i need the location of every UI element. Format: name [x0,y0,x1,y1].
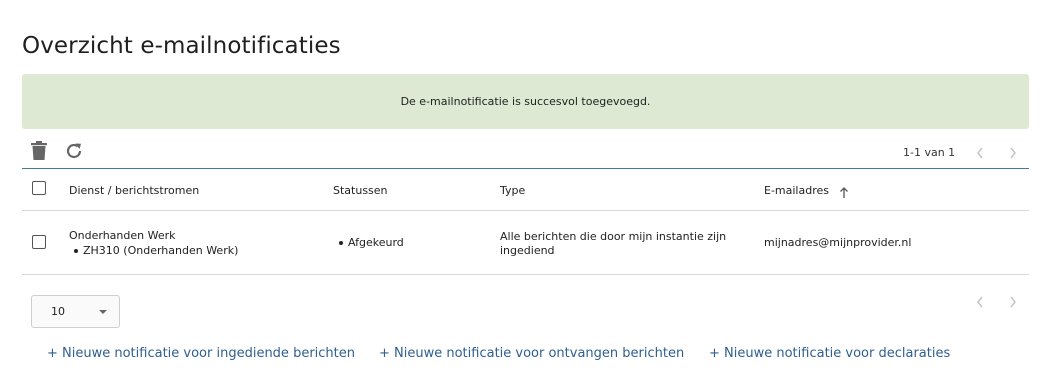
caret-down-icon [99,310,107,314]
success-alert: De e-mailnotificatie is succesvol toegev… [22,74,1029,129]
arrow-up-icon[interactable] [839,184,849,203]
row-type-line1: Alle berichten die door mijn instantie z… [500,230,727,243]
new-notification-declarations-link[interactable]: + Nieuwe notificatie voor declaraties [709,346,950,361]
select-all-checkbox[interactable] [32,181,46,195]
row-status: Afgekeurd [339,236,404,249]
column-header-statussen[interactable]: Statussen [333,184,388,197]
table-header: Dienst / berichtstromen Statussen Type E… [22,169,1029,211]
row-email: mijnadres@mijnprovider.nl [764,236,912,249]
trash-icon[interactable] [30,141,48,165]
column-header-dienst[interactable]: Dienst / berichtstromen [69,184,199,197]
chevron-right-icon[interactable] [1008,145,1018,164]
new-notification-received-link[interactable]: + Nieuwe notificatie voor ontvangen beri… [379,346,684,361]
column-header-email[interactable]: E-mailadres [764,184,829,197]
bullet-icon [74,249,78,253]
pagination-info: 1-1 van 1 [903,146,956,159]
column-header-type[interactable]: Type [500,184,525,197]
page-size-value: 10 [51,305,65,318]
row-status-text: Afgekeurd [348,236,404,249]
toolbar: 1-1 van 1 [22,138,1029,169]
alert-message: De e-mailnotificatie is succesvol toegev… [400,95,651,108]
chevron-right-icon[interactable] [1008,294,1018,313]
refresh-icon[interactable] [64,141,84,165]
row-dienst: Onderhanden Werk [69,229,176,242]
row-type-line2: ingediend [500,244,555,257]
bullet-icon [339,241,343,245]
new-notification-submitted-link[interactable]: + Nieuwe notificatie voor ingediende ber… [47,346,355,361]
chevron-left-icon[interactable] [975,294,985,313]
chevron-left-icon[interactable] [975,145,985,164]
row-dienst-sub: ZH310 (Onderhanden Werk) [74,244,238,257]
page-title: Overzicht e-mailnotificaties [22,33,341,60]
row-checkbox[interactable] [32,235,46,249]
row-dienst-sub-text: ZH310 (Onderhanden Werk) [83,244,239,257]
page-size-select[interactable]: 10 [31,295,120,328]
table-row[interactable]: Onderhanden Werk ZH310 (Onderhanden Werk… [22,211,1029,275]
